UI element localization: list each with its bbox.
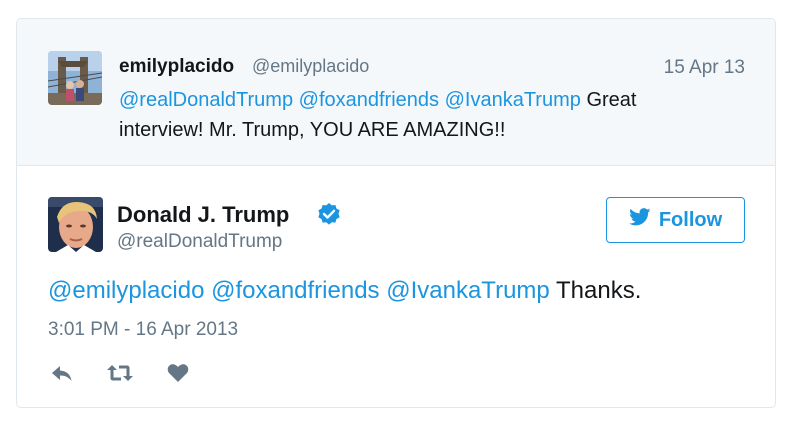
reply-icon[interactable]: [48, 359, 76, 387]
mention-link[interactable]: @realDonaldTrump: [119, 89, 293, 111]
parent-author-handle[interactable]: @emilyplacido: [252, 56, 369, 77]
mention-link[interactable]: @foxandfriends: [299, 89, 439, 111]
parent-tweet[interactable]: emilyplacido @emilyplacido 15 Apr 13 @re…: [17, 19, 775, 166]
author-name[interactable]: Donald J. Trump: [117, 202, 289, 228]
tweet-timestamp[interactable]: 3:01 PM - 16 Apr 2013: [48, 319, 238, 341]
parent-tweet-text: @realDonaldTrump @foxandfriends @IvankaT…: [119, 85, 719, 145]
embedded-tweet-card: emilyplacido @emilyplacido 15 Apr 13 @re…: [16, 18, 776, 408]
mention-link[interactable]: @foxandfriends: [211, 277, 379, 304]
author-handle[interactable]: @realDonaldTrump: [117, 231, 282, 253]
mention-link[interactable]: @IvankaTrump: [386, 277, 550, 304]
verified-badge-icon: [317, 202, 341, 226]
tweet-text: @emilyplacido @foxandfriends @IvankaTrum…: [48, 277, 641, 305]
follow-label: Follow: [658, 208, 723, 231]
tweet-body: Thanks.: [556, 277, 642, 304]
trump-avatar[interactable]: [48, 197, 103, 252]
mention-link[interactable]: @IvankaTrump: [445, 89, 581, 111]
parent-author-name[interactable]: emilyplacido: [119, 56, 234, 78]
tweet-actions: [48, 359, 192, 387]
retweet-icon[interactable]: [106, 359, 134, 387]
parent-tweet-date[interactable]: 15 Apr 13: [664, 57, 745, 79]
follow-button[interactable]: Follow: [606, 197, 745, 243]
mention-link[interactable]: @emilyplacido: [48, 277, 204, 304]
heart-icon[interactable]: [164, 359, 192, 387]
twitter-bird-icon: [628, 208, 651, 232]
emilyplacido-avatar[interactable]: [48, 51, 102, 105]
